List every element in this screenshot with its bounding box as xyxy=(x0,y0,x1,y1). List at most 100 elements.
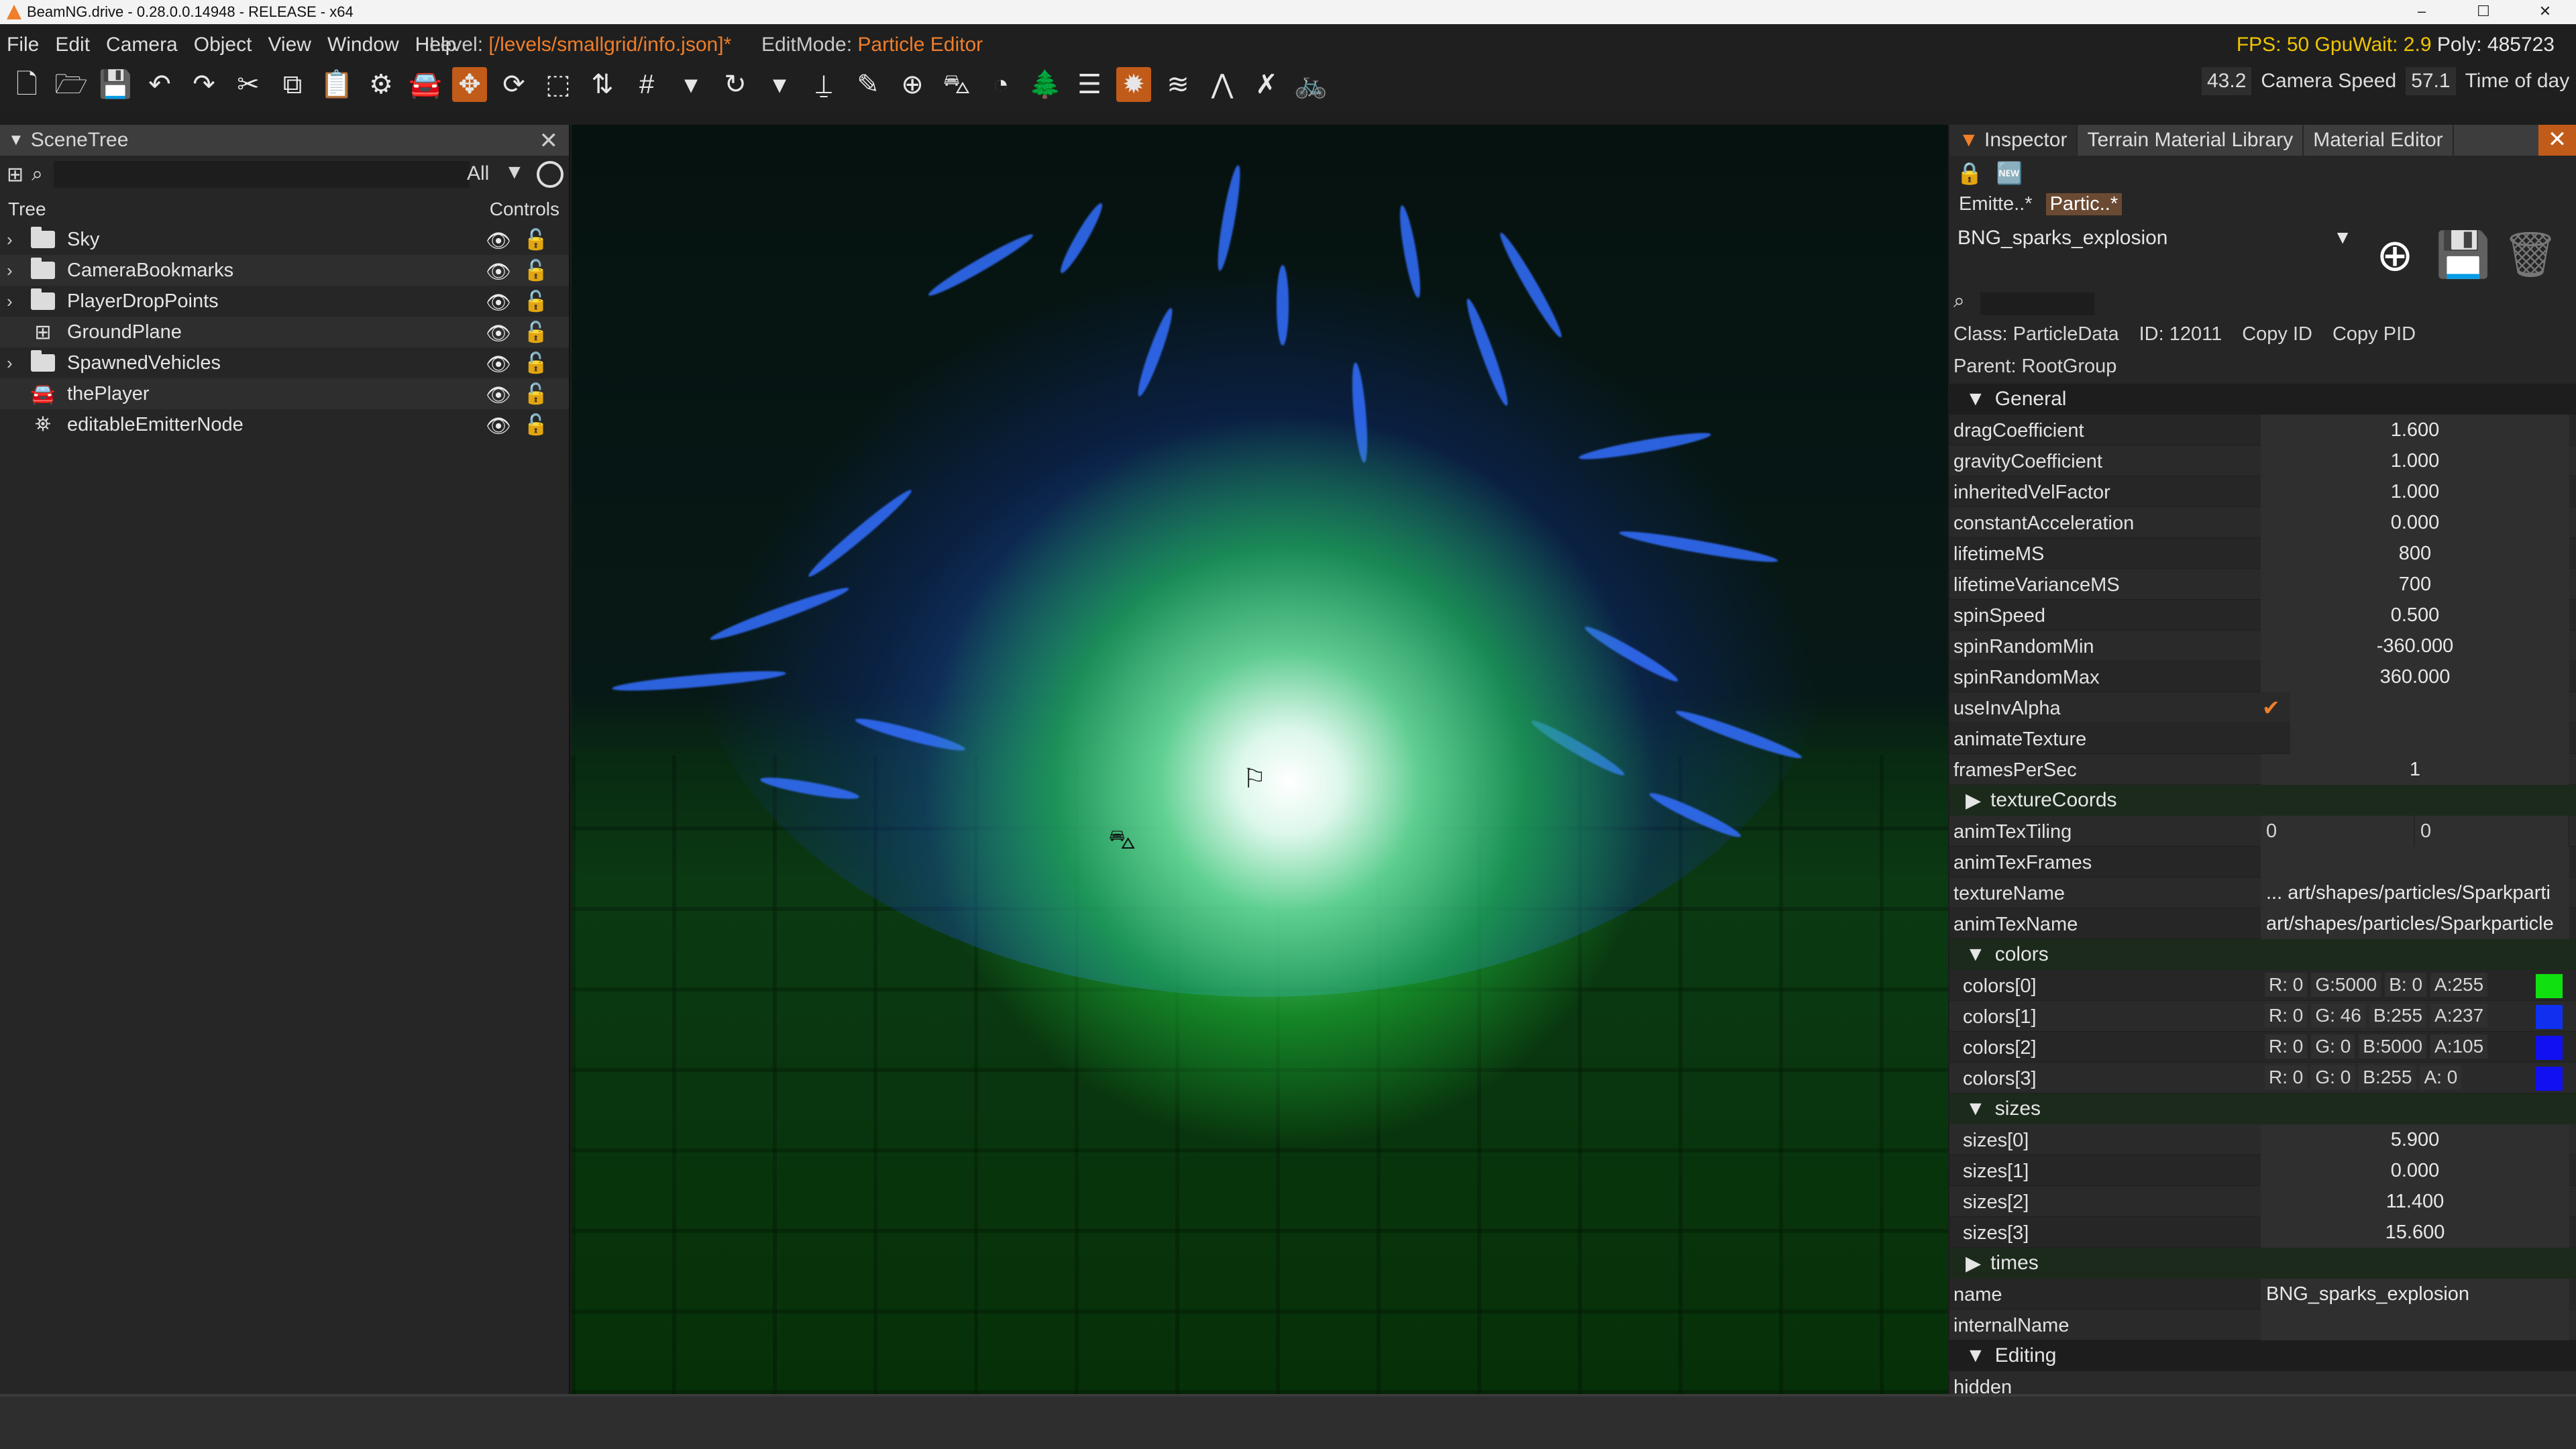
rotate-snap-icon[interactable]: ↻ xyxy=(718,67,753,102)
property-value[interactable]: 1 xyxy=(2261,754,2569,785)
visibility-eye-icon[interactable]: 👁 xyxy=(486,291,511,315)
tiling-input-a[interactable]: 0 xyxy=(2261,816,2415,847)
save-icon[interactable]: 💾 xyxy=(2434,225,2493,284)
dropdown2-icon[interactable]: ▾ xyxy=(762,67,797,102)
delete-icon[interactable]: 🗑 xyxy=(2501,225,2560,284)
menu-file[interactable]: File xyxy=(7,34,39,56)
color-a-input[interactable]: A:237 xyxy=(2430,1004,2488,1028)
river-icon[interactable]: ≋ xyxy=(1161,67,1195,102)
settings-gear-icon[interactable]: ⚙ xyxy=(364,67,398,102)
visibility-eye-icon[interactable]: 👁 xyxy=(486,260,511,284)
menu-camera[interactable]: Camera xyxy=(106,34,178,56)
emitter-gizmo-icon[interactable]: ⚐ xyxy=(1242,763,1267,794)
color-b-input[interactable]: B: 0 xyxy=(2385,973,2427,997)
visibility-eye-icon[interactable]: 👁 xyxy=(486,415,511,438)
tab-material-editor[interactable]: Material Editor xyxy=(2304,125,2454,156)
color-r-input[interactable]: R: 0 xyxy=(2265,973,2308,997)
tree-row-editableemitternode[interactable]: ⛯ editableEmitterNode 👁 🔓 xyxy=(0,409,569,440)
property-value[interactable]: 0.500 xyxy=(2261,600,2569,631)
undo-icon[interactable]: ↶ xyxy=(142,67,177,102)
expanded-triangle-icon[interactable]: ▼ xyxy=(1966,388,1986,411)
scene-tree-search-input[interactable] xyxy=(53,161,470,188)
tab-terrain-material-library[interactable]: Terrain Material Library xyxy=(2078,125,2304,156)
add-group-icon[interactable]: ⊞ xyxy=(7,163,23,186)
decal-road-icon[interactable]: ⋀ xyxy=(1205,67,1240,102)
lock-icon[interactable]: 🔒 xyxy=(1956,160,1983,186)
grid-icon[interactable]: # xyxy=(629,67,664,102)
property-value[interactable]: art/shapes/particles/Sparkparticle xyxy=(2261,908,2569,939)
property-value[interactable]: -360.000 xyxy=(2261,631,2569,661)
visibility-eye-icon[interactable]: 👁 xyxy=(486,322,511,345)
color-g-input[interactable]: G:5000 xyxy=(2311,973,2381,997)
3d-viewport[interactable]: ⚐ ⛍ xyxy=(572,125,1948,1394)
property-value[interactable] xyxy=(2261,1309,2569,1340)
collapse-triangle-icon[interactable]: ▼ xyxy=(1959,129,1979,151)
tree-row-sky[interactable]: › Sky 👁 🔓 xyxy=(0,224,569,255)
property-value[interactable]: 11.400 xyxy=(2261,1186,2569,1217)
collapsed-triangle-icon[interactable]: ▶ xyxy=(1966,1252,1981,1275)
section-texturecoords[interactable]: ▶ textureCoords xyxy=(1949,785,2576,816)
color-g-input[interactable]: G: 0 xyxy=(2311,1034,2355,1059)
subtab-emitter[interactable]: Emitte..* xyxy=(1955,193,2037,215)
vehicle-icon[interactable]: 🚘 xyxy=(408,67,443,102)
expanded-triangle-icon[interactable]: ▼ xyxy=(1966,1344,1986,1367)
color-a-input[interactable]: A:255 xyxy=(2430,973,2488,997)
color-r-input[interactable]: R: 0 xyxy=(2265,1065,2308,1089)
color-b-input[interactable]: B:255 xyxy=(2369,1004,2427,1028)
lock-icon[interactable]: 🔓 xyxy=(523,290,548,313)
add-icon[interactable]: ⊕ xyxy=(895,67,930,102)
snap-icon[interactable]: ⇅ xyxy=(585,67,620,102)
camera-speed-input[interactable]: 43.2 xyxy=(2202,67,2252,95)
color-r-input[interactable]: R: 0 xyxy=(2265,1034,2308,1059)
tree-row-spawnedvehicles[interactable]: › SpawnedVehicles 👁 🔓 xyxy=(0,347,569,378)
lock-icon[interactable]: 🔓 xyxy=(523,321,548,344)
color-swatch[interactable] xyxy=(2536,1067,2563,1091)
move-tool-icon[interactable]: ✥ xyxy=(452,67,487,102)
scale-tool-icon[interactable]: ⬚ xyxy=(541,67,576,102)
time-of-day-input[interactable]: 57.1 xyxy=(2406,67,2456,95)
lock-icon[interactable]: 🔓 xyxy=(523,382,548,406)
add-particle-icon[interactable]: ⊕ xyxy=(2365,225,2424,284)
section-colors[interactable]: ▼ colors xyxy=(1949,939,2576,970)
tab-inspector[interactable]: ▼ Inspector xyxy=(1949,125,2078,156)
pencil-icon[interactable]: ✎ xyxy=(851,67,885,102)
collapsed-triangle-icon[interactable]: ▶ xyxy=(1966,789,1981,812)
color-b-input[interactable]: B:255 xyxy=(2359,1065,2416,1089)
visibility-eye-icon[interactable]: 👁 xyxy=(486,353,511,376)
particle-editor-icon[interactable]: ✹ xyxy=(1116,67,1151,102)
vehicle-marker-icon[interactable]: ⛍ xyxy=(1108,825,1136,859)
color-swatch[interactable] xyxy=(2536,1005,2563,1029)
section-times[interactable]: ▶ times xyxy=(1949,1248,2576,1279)
broadcast-icon[interactable] xyxy=(537,161,564,188)
expanded-triangle-icon[interactable]: ▼ xyxy=(1966,943,1986,966)
property-value[interactable]: 0.000 xyxy=(2261,1155,2569,1186)
stamp-icon[interactable]: ⍊ xyxy=(806,67,841,102)
forest-icon[interactable]: 🌲 xyxy=(1028,67,1063,102)
expand-chevron-icon[interactable]: › xyxy=(7,291,23,312)
cut-icon[interactable]: ✂ xyxy=(231,67,266,102)
expanded-triangle-icon[interactable]: ▼ xyxy=(1966,1097,1986,1120)
filter-funnel-icon[interactable]: ▼ xyxy=(504,161,525,184)
copy-icon[interactable]: ⧉ xyxy=(275,67,310,102)
color-swatch[interactable] xyxy=(2536,974,2563,998)
maximize-button[interactable]: ☐ xyxy=(2453,0,2514,24)
color-a-input[interactable]: A: 0 xyxy=(2420,1065,2462,1089)
subtab-particle[interactable]: Partic..* xyxy=(2045,193,2123,215)
checkbox[interactable]: ✔ xyxy=(2262,696,2285,719)
property-value[interactable]: 1.000 xyxy=(2261,476,2569,507)
save-icon[interactable]: 💾 xyxy=(98,67,133,102)
bike-icon[interactable]: 🚲 xyxy=(1293,67,1328,102)
tree-row-camerabookmarks[interactable]: › CameraBookmarks 👁 🔓 xyxy=(0,255,569,286)
particle-select[interactable]: BNG_sparks_explosion ▼ xyxy=(1953,224,2355,252)
property-value[interactable]: 800 xyxy=(2261,538,2569,569)
layers-icon[interactable]: ☰ xyxy=(1072,67,1107,102)
close-icon[interactable]: ✕ xyxy=(539,127,559,154)
property-value[interactable]: 0.000 xyxy=(2261,507,2569,538)
tree-row-playerdroppoints[interactable]: › PlayerDropPoints 👁 🔓 xyxy=(0,286,569,317)
expand-chevron-icon[interactable]: › xyxy=(7,260,23,281)
lock-icon[interactable]: 🔓 xyxy=(523,352,548,375)
property-value[interactable]: ... art/shapes/particles/Sparkparti xyxy=(2261,877,2569,908)
tree-row-theplayer[interactable]: 🚘 thePlayer 👁 🔓 xyxy=(0,378,569,409)
new-file-icon[interactable]: 🗋 xyxy=(9,67,44,102)
lock-icon[interactable]: 🔓 xyxy=(523,228,548,252)
